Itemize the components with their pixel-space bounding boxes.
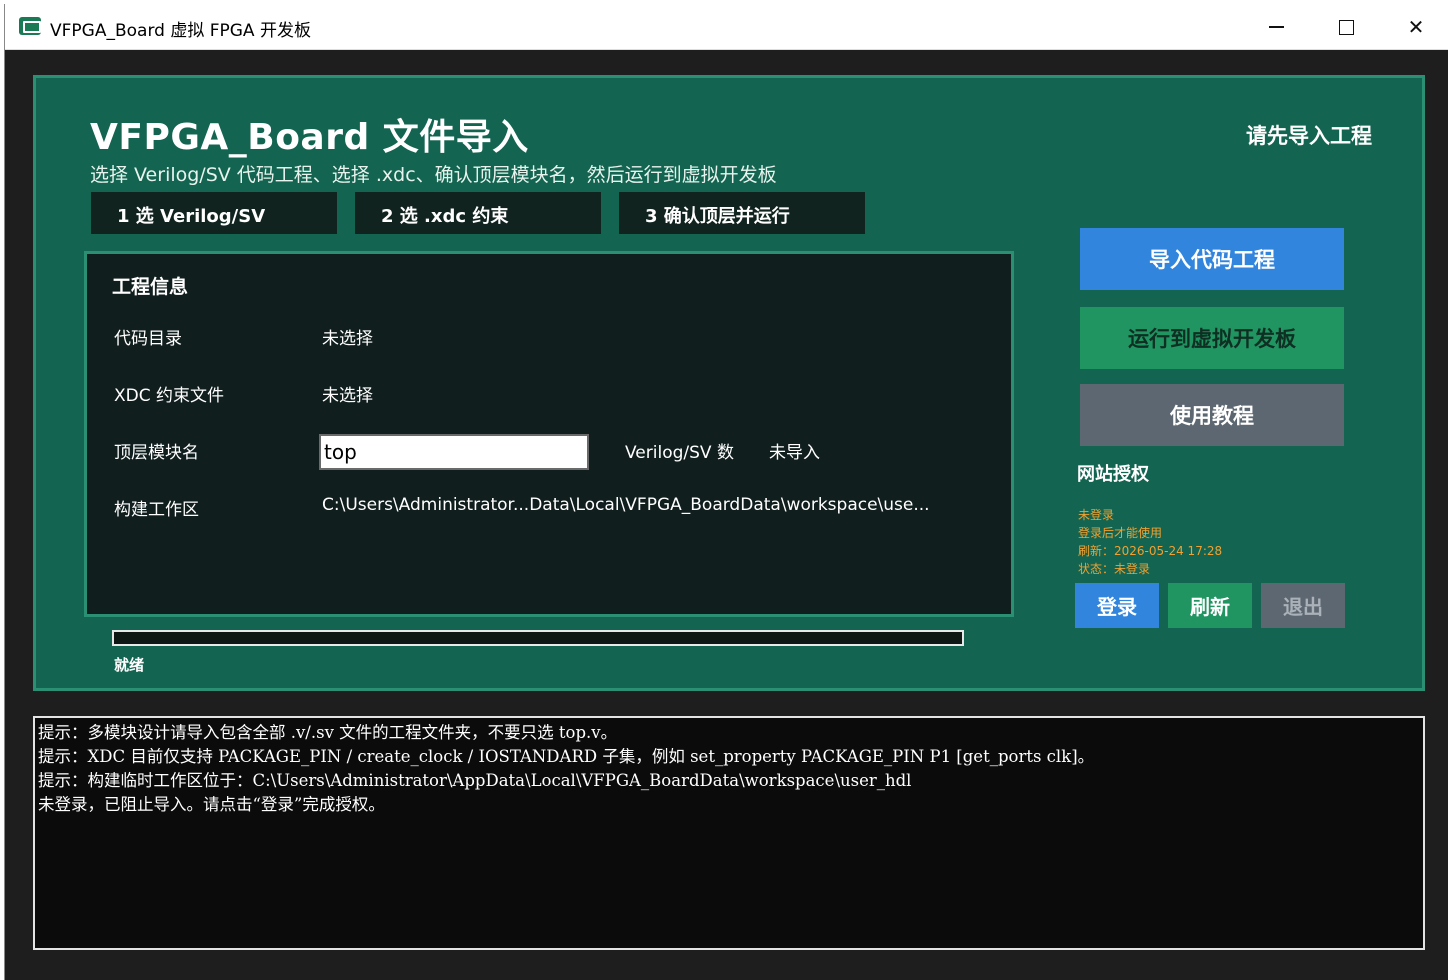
verilog-count-value: 未导入 <box>769 443 820 463</box>
auth-line: 登录后才能使用 <box>1078 526 1163 540</box>
auth-line: 未登录 <box>1078 508 1115 522</box>
verilog-count-label: Verilog/SV 数 <box>625 443 734 463</box>
log-line: 提示：XDC 目前仅支持 PACKAGE_PIN / create_clock … <box>38 747 1095 766</box>
page-title: VFPGA_Board 文件导入 <box>90 117 529 158</box>
refresh-button[interactable]: 刷新 <box>1168 583 1252 628</box>
login-button[interactable]: 登录 <box>1075 583 1159 628</box>
window-title: VFPGA_Board 虚拟 FPGA 开发板 <box>50 21 311 41</box>
app-window: VFPGA_Board 虚拟 FPGA 开发板 ✕ VFPGA_Board 文件… <box>4 4 1448 980</box>
progress-status: 就绪 <box>114 656 145 674</box>
project-info-panel: 工程信息 代码目录 未选择 XDC 约束文件 未选择 顶层模块名 Verilog… <box>84 251 1014 617</box>
step-select-verilog: 1 选 Verilog/SV <box>91 192 337 234</box>
code-dir-label: 代码目录 <box>114 329 182 349</box>
maximize-button[interactable] <box>1311 4 1381 50</box>
close-button[interactable]: ✕ <box>1381 4 1448 50</box>
main-panel: VFPGA_Board 文件导入 选择 Verilog/SV 代码工程、选择 .… <box>33 75 1425 691</box>
title-bar[interactable]: VFPGA_Board 虚拟 FPGA 开发板 ✕ <box>5 4 1448 50</box>
log-line: 未登录，已阻止导入。请点击“登录”完成授权。 <box>38 795 385 814</box>
log-line: 提示：构建临时工作区位于：C:\Users\Administrator\AppD… <box>38 771 912 790</box>
step-confirm-run: 3 确认顶层并运行 <box>619 192 865 234</box>
code-dir-value: 未选择 <box>322 329 373 349</box>
step-select-xdc: 2 选 .xdc 约束 <box>355 192 601 234</box>
import-status: 请先导入工程 <box>1246 124 1372 148</box>
auth-line: 刷新：2026-05-24 17:28 <box>1078 544 1223 558</box>
close-icon: ✕ <box>1407 15 1425 39</box>
import-project-button[interactable]: 导入代码工程 <box>1080 228 1344 290</box>
project-info-title: 工程信息 <box>112 276 189 298</box>
workspace-label: 构建工作区 <box>114 500 199 520</box>
log-console[interactable]: 提示：多模块设计请导入包含全部 .v/.sv 文件的工程文件夹，不要只选 top… <box>33 716 1425 950</box>
client-area: VFPGA_Board 文件导入 选择 Verilog/SV 代码工程、选择 .… <box>5 50 1448 980</box>
minimize-button[interactable] <box>1241 4 1311 50</box>
logout-button[interactable]: 退出 <box>1261 583 1345 628</box>
auth-line: 状态：未登录 <box>1078 562 1151 576</box>
maximize-icon <box>1338 19 1354 35</box>
page-subtitle: 选择 Verilog/SV 代码工程、选择 .xdc、确认顶层模块名，然后运行到… <box>90 164 777 186</box>
tutorial-button[interactable]: 使用教程 <box>1080 384 1344 446</box>
xdc-label: XDC 约束文件 <box>114 386 225 406</box>
top-module-label: 顶层模块名 <box>114 443 199 463</box>
log-line: 提示：多模块设计请导入包含全部 .v/.sv 文件的工程文件夹，不要只选 top… <box>38 723 618 742</box>
xdc-value: 未选择 <box>322 386 373 406</box>
workspace-value: C:\Users\Administrator...Data\Local\VFPG… <box>322 495 930 515</box>
top-module-input[interactable] <box>319 434 589 470</box>
run-board-button[interactable]: 运行到虚拟开发板 <box>1080 307 1344 369</box>
auth-title: 网站授权 <box>1077 464 1149 485</box>
minimize-icon <box>1268 26 1284 28</box>
progress-bar <box>112 630 964 646</box>
board-icon <box>19 17 41 35</box>
